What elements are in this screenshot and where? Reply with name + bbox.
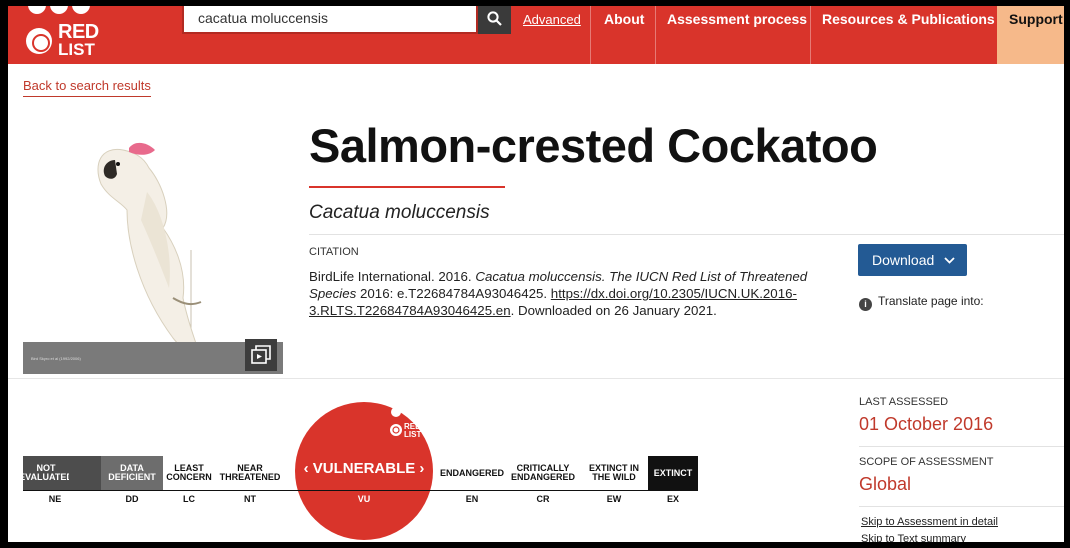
cockatoo-illustration [97, 142, 204, 369]
category-en[interactable]: ENDANGERED [438, 456, 506, 490]
section-divider [8, 378, 1064, 379]
nav-assessment-process[interactable]: Assessment process [667, 11, 807, 27]
citation-suffix: . Downloaded on 26 January 2021. [510, 303, 717, 318]
nav-resources-publications[interactable]: Resources & Publications [822, 11, 995, 27]
category-ne-label: NOT EVALUATED [19, 463, 73, 482]
citation-mid: 2016: e.T22684784A93046425. [360, 286, 548, 301]
image-caption: Bird Skyro et al (1992/2006) [31, 356, 81, 361]
browser-viewport: RED LIST cacatua moluccensis Advanced Ab… [8, 6, 1064, 542]
code-en: EN [465, 494, 479, 504]
download-label: Download [872, 252, 935, 268]
red-list-mini-logo: RED LIST [390, 407, 422, 439]
species-scientific-name: Cacatua moluccensis [309, 202, 490, 223]
header-bar: RED LIST cacatua moluccensis Advanced Ab… [8, 6, 1064, 64]
code-cr: CR [536, 494, 550, 504]
category-ne[interactable]: NOT EVALUATED [19, 456, 73, 490]
code-ex: EX [666, 494, 679, 504]
skip-to-text-summary-link[interactable]: Skip to Text summary [861, 533, 966, 542]
scope-value: Global [859, 474, 912, 494]
nav-divider [810, 6, 811, 64]
support-us-label: Support u [1009, 11, 1064, 27]
advanced-search-link[interactable]: Advanced [523, 12, 581, 27]
code-lc: LC [183, 494, 195, 504]
divider [859, 446, 1064, 447]
image-caption-bar: Bird Skyro et al (1992/2006) [23, 342, 283, 374]
image-gallery-button[interactable] [245, 339, 277, 371]
code-dd: DD [125, 494, 139, 504]
category-ew[interactable]: EXTINCT IN THE WILD [584, 456, 644, 490]
logo-blobs [28, 6, 90, 18]
category-ew-label: EXTINCT IN THE WILD [588, 463, 639, 482]
scope-label: SCOPE OF ASSESSMENT [859, 456, 994, 468]
support-us-button[interactable]: Support u [997, 6, 1064, 64]
code-ne: NE [48, 494, 62, 504]
category-lc-label: LEAST CONCERN [166, 463, 212, 482]
last-assessed-label: LAST ASSESSED [859, 396, 949, 408]
category-cr[interactable]: CRITICALLY ENDANGERED [511, 456, 576, 490]
species-common-name: Salmon-crested Cockatoo [309, 119, 878, 172]
species-illustration[interactable] [23, 102, 283, 374]
citation-label: CITATION [309, 246, 359, 258]
red-list-logo[interactable]: RED LIST [22, 6, 99, 64]
translate-control[interactable]: i Translate page into: [859, 294, 984, 311]
info-icon: i [859, 298, 872, 311]
back-to-results-link[interactable]: Back to search results [23, 78, 151, 97]
category-ex-label: EXTINCT [653, 467, 693, 478]
divider [859, 506, 1064, 507]
last-assessed-date: 01 October 2016 [859, 414, 994, 434]
search-input-value: cacatua moluccensis [198, 10, 328, 26]
code-ew: EW [606, 494, 622, 504]
nav-about[interactable]: About [604, 11, 644, 27]
search-input[interactable]: cacatua moluccensis [182, 6, 478, 34]
category-vu[interactable]: ‹ VULNERABLE › [297, 460, 431, 477]
chevron-down-icon [944, 257, 955, 264]
category-en-label: ENDANGERED [439, 467, 504, 478]
logo-red-text: RED [58, 21, 99, 43]
category-nt-label: NEAR THREATENED [219, 463, 281, 482]
category-dd-label: DATA DEFICIENT [108, 463, 156, 482]
nav-divider [655, 6, 656, 64]
divider [309, 234, 1064, 235]
code-vu: VU [357, 494, 371, 504]
scale-filler [69, 456, 101, 490]
scale-baseline [23, 490, 698, 491]
citation-prefix: BirdLife International. 2016. [309, 269, 472, 284]
search-icon [487, 11, 502, 26]
category-cr-label: CRITICALLY ENDANGERED [511, 463, 576, 482]
download-button[interactable]: Download [858, 244, 967, 276]
title-underline [309, 186, 505, 188]
nav-divider [590, 6, 591, 64]
category-vu-label: VULNERABLE [312, 460, 416, 477]
category-ex[interactable]: EXTINCT [648, 456, 698, 490]
search-button[interactable] [478, 6, 511, 34]
svg-text:LIST: LIST [404, 430, 421, 439]
category-dd[interactable]: DATA DEFICIENT [101, 456, 163, 490]
citation-text: BirdLife International. 2016. Cacatua mo… [309, 268, 829, 319]
iucn-badge-icon [26, 28, 52, 54]
skip-to-assessment-link[interactable]: Skip to Assessment in detail [861, 516, 998, 528]
gallery-icon [251, 345, 271, 364]
category-lc[interactable]: LEAST CONCERN [166, 456, 212, 490]
logo-list-text: LIST [58, 40, 95, 59]
translate-label: Translate page into: [878, 294, 984, 308]
category-nt[interactable]: NEAR THREATENED [219, 456, 281, 490]
code-nt: NT [244, 494, 256, 504]
